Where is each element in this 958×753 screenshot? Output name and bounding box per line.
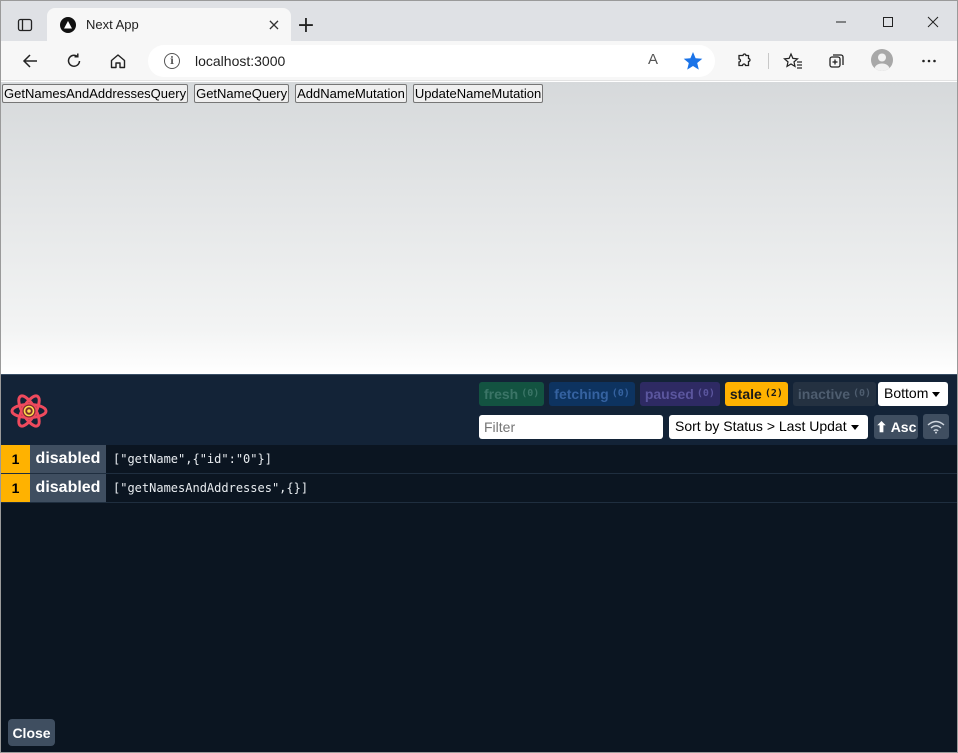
query-key: ["getNamesAndAddresses",{}]: [113, 481, 309, 495]
fresh-badge[interactable]: fresh (0): [479, 382, 545, 406]
react-query-logo-icon: [9, 393, 49, 429]
sort-select[interactable]: Sort by Status > Last Updat: [669, 415, 868, 439]
close-window-icon[interactable]: [919, 11, 947, 33]
panel-position-select[interactable]: Bottom: [878, 382, 948, 406]
browser-toolbar: i localhost:3000 A: [1, 41, 957, 81]
react-query-devtools-panel: fresh (0) fetching (0) paused (0) stale (2) …: [1, 374, 957, 752]
more-options-icon[interactable]: [915, 48, 943, 74]
tab-title: Next App: [86, 17, 139, 32]
new-tab-button[interactable]: +: [294, 13, 318, 38]
stale-badge[interactable]: stale (2): [724, 382, 788, 406]
fetching-badge[interactable]: fetching (0): [549, 382, 635, 406]
browser-tab[interactable]: Next App ×: [47, 8, 291, 42]
favorites-icon[interactable]: [779, 48, 807, 74]
close-devtools-button[interactable]: Close: [8, 719, 55, 746]
query-observer-count: 1: [1, 445, 30, 473]
query-list: 1 disabled ["getName",{"id":"0"}] 1 disa…: [1, 445, 957, 503]
refresh-icon[interactable]: [60, 48, 88, 74]
url-text[interactable]: localhost:3000: [195, 53, 285, 69]
page-content: GetNamesAndAddressesQuery GetNameQuery A…: [1, 82, 957, 374]
extensions-icon[interactable]: [730, 48, 758, 74]
browser-window: Next App × + i localhost:3000 A GetNames…: [0, 0, 958, 753]
add-name-mutation-button[interactable]: AddNameMutation: [295, 84, 407, 103]
address-bar[interactable]: i localhost:3000 A: [148, 45, 715, 77]
site-info-icon[interactable]: i: [164, 53, 180, 69]
wifi-icon[interactable]: [923, 414, 949, 439]
chevron-down-icon: [850, 424, 859, 430]
query-observer-count: 1: [1, 474, 30, 502]
nextjs-favicon-icon: [60, 17, 76, 33]
query-key: ["getName",{"id":"0"}]: [113, 452, 272, 466]
chevron-down-icon: [932, 391, 941, 397]
minimize-icon[interactable]: [827, 11, 855, 33]
paused-badge[interactable]: paused (0): [639, 382, 720, 406]
tab-actions-icon[interactable]: [13, 13, 37, 37]
get-name-query-button[interactable]: GetNameQuery: [194, 84, 290, 103]
query-status-label: disabled: [30, 474, 106, 502]
query-row[interactable]: 1 disabled ["getNamesAndAddresses",{}]: [1, 474, 957, 503]
read-aloud-icon[interactable]: A: [648, 51, 668, 71]
maximize-icon[interactable]: [874, 11, 902, 33]
toolbar-separator: [768, 53, 769, 69]
inactive-badge[interactable]: inactive (0): [792, 382, 877, 406]
title-bar: Next App × +: [1, 1, 957, 42]
sort-direction-button[interactable]: ⬆ Asc: [874, 415, 918, 439]
back-icon[interactable]: [16, 48, 44, 74]
home-icon[interactable]: [104, 48, 132, 74]
profile-avatar-icon[interactable]: [871, 49, 893, 71]
query-row[interactable]: 1 disabled ["getName",{"id":"0"}]: [1, 445, 957, 474]
filter-input[interactable]: [479, 415, 663, 439]
favorite-star-icon[interactable]: [682, 50, 704, 72]
query-status-label: disabled: [30, 445, 106, 473]
collections-icon[interactable]: [823, 48, 851, 74]
get-names-and-addresses-query-button[interactable]: GetNamesAndAddressesQuery: [2, 84, 189, 103]
update-name-mutation-button[interactable]: UpdateNameMutation: [412, 84, 544, 103]
status-badges: fresh (0) fetching (0) paused (0) stale (2) …: [479, 382, 877, 406]
devtools-header: fresh (0) fetching (0) paused (0) stale (2) …: [1, 375, 957, 445]
page-button-row: GetNamesAndAddressesQuery GetNameQuery A…: [2, 84, 544, 103]
tab-close-icon[interactable]: ×: [265, 16, 283, 34]
